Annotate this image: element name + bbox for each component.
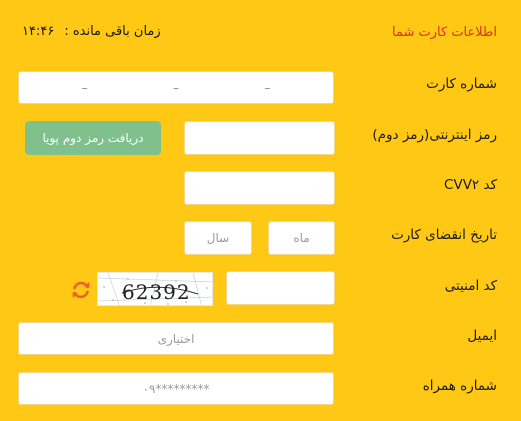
- card-number-separator: –: [264, 80, 271, 95]
- refresh-icon[interactable]: [70, 279, 92, 301]
- captcha-code: 62392: [122, 280, 191, 304]
- expiry-year-input[interactable]: [184, 221, 252, 255]
- captcha-label: کد امنیتی: [444, 278, 497, 294]
- pin2-input[interactable]: [184, 121, 335, 155]
- captcha-graphic: 62392: [98, 273, 212, 305]
- panel-title: اطلاعات کارت شما: [392, 25, 497, 40]
- timer-value: ۱۴:۴۶: [22, 24, 55, 39]
- mobile-input[interactable]: [18, 372, 334, 405]
- timer-label: زمان باقی مانده :: [64, 24, 161, 39]
- pin2-label: رمز اینترنتی(رمز دوم): [372, 127, 497, 143]
- email-label: ایمیل: [467, 328, 497, 344]
- mobile-label: شماره همراه: [422, 378, 497, 394]
- captcha-input[interactable]: [226, 271, 335, 305]
- countdown-timer: زمان باقی مانده : ۱۴:۴۶: [22, 24, 161, 39]
- card-number-separator: –: [81, 80, 88, 95]
- expiry-month-input[interactable]: [268, 221, 335, 255]
- card-number-separator: –: [172, 80, 179, 95]
- captcha-image: 62392: [97, 272, 213, 306]
- cvv2-input[interactable]: [184, 171, 335, 205]
- email-input[interactable]: [18, 322, 334, 355]
- expiry-label: تاریخ انقضای کارت: [391, 227, 497, 243]
- card-number-input[interactable]: – – –: [18, 71, 334, 104]
- card-number-label: شماره کارت: [426, 76, 497, 92]
- cvv2-label: کد CVV۲: [444, 177, 497, 193]
- dynamic-pin-button[interactable]: دریافت رمز دوم پویا: [25, 121, 161, 155]
